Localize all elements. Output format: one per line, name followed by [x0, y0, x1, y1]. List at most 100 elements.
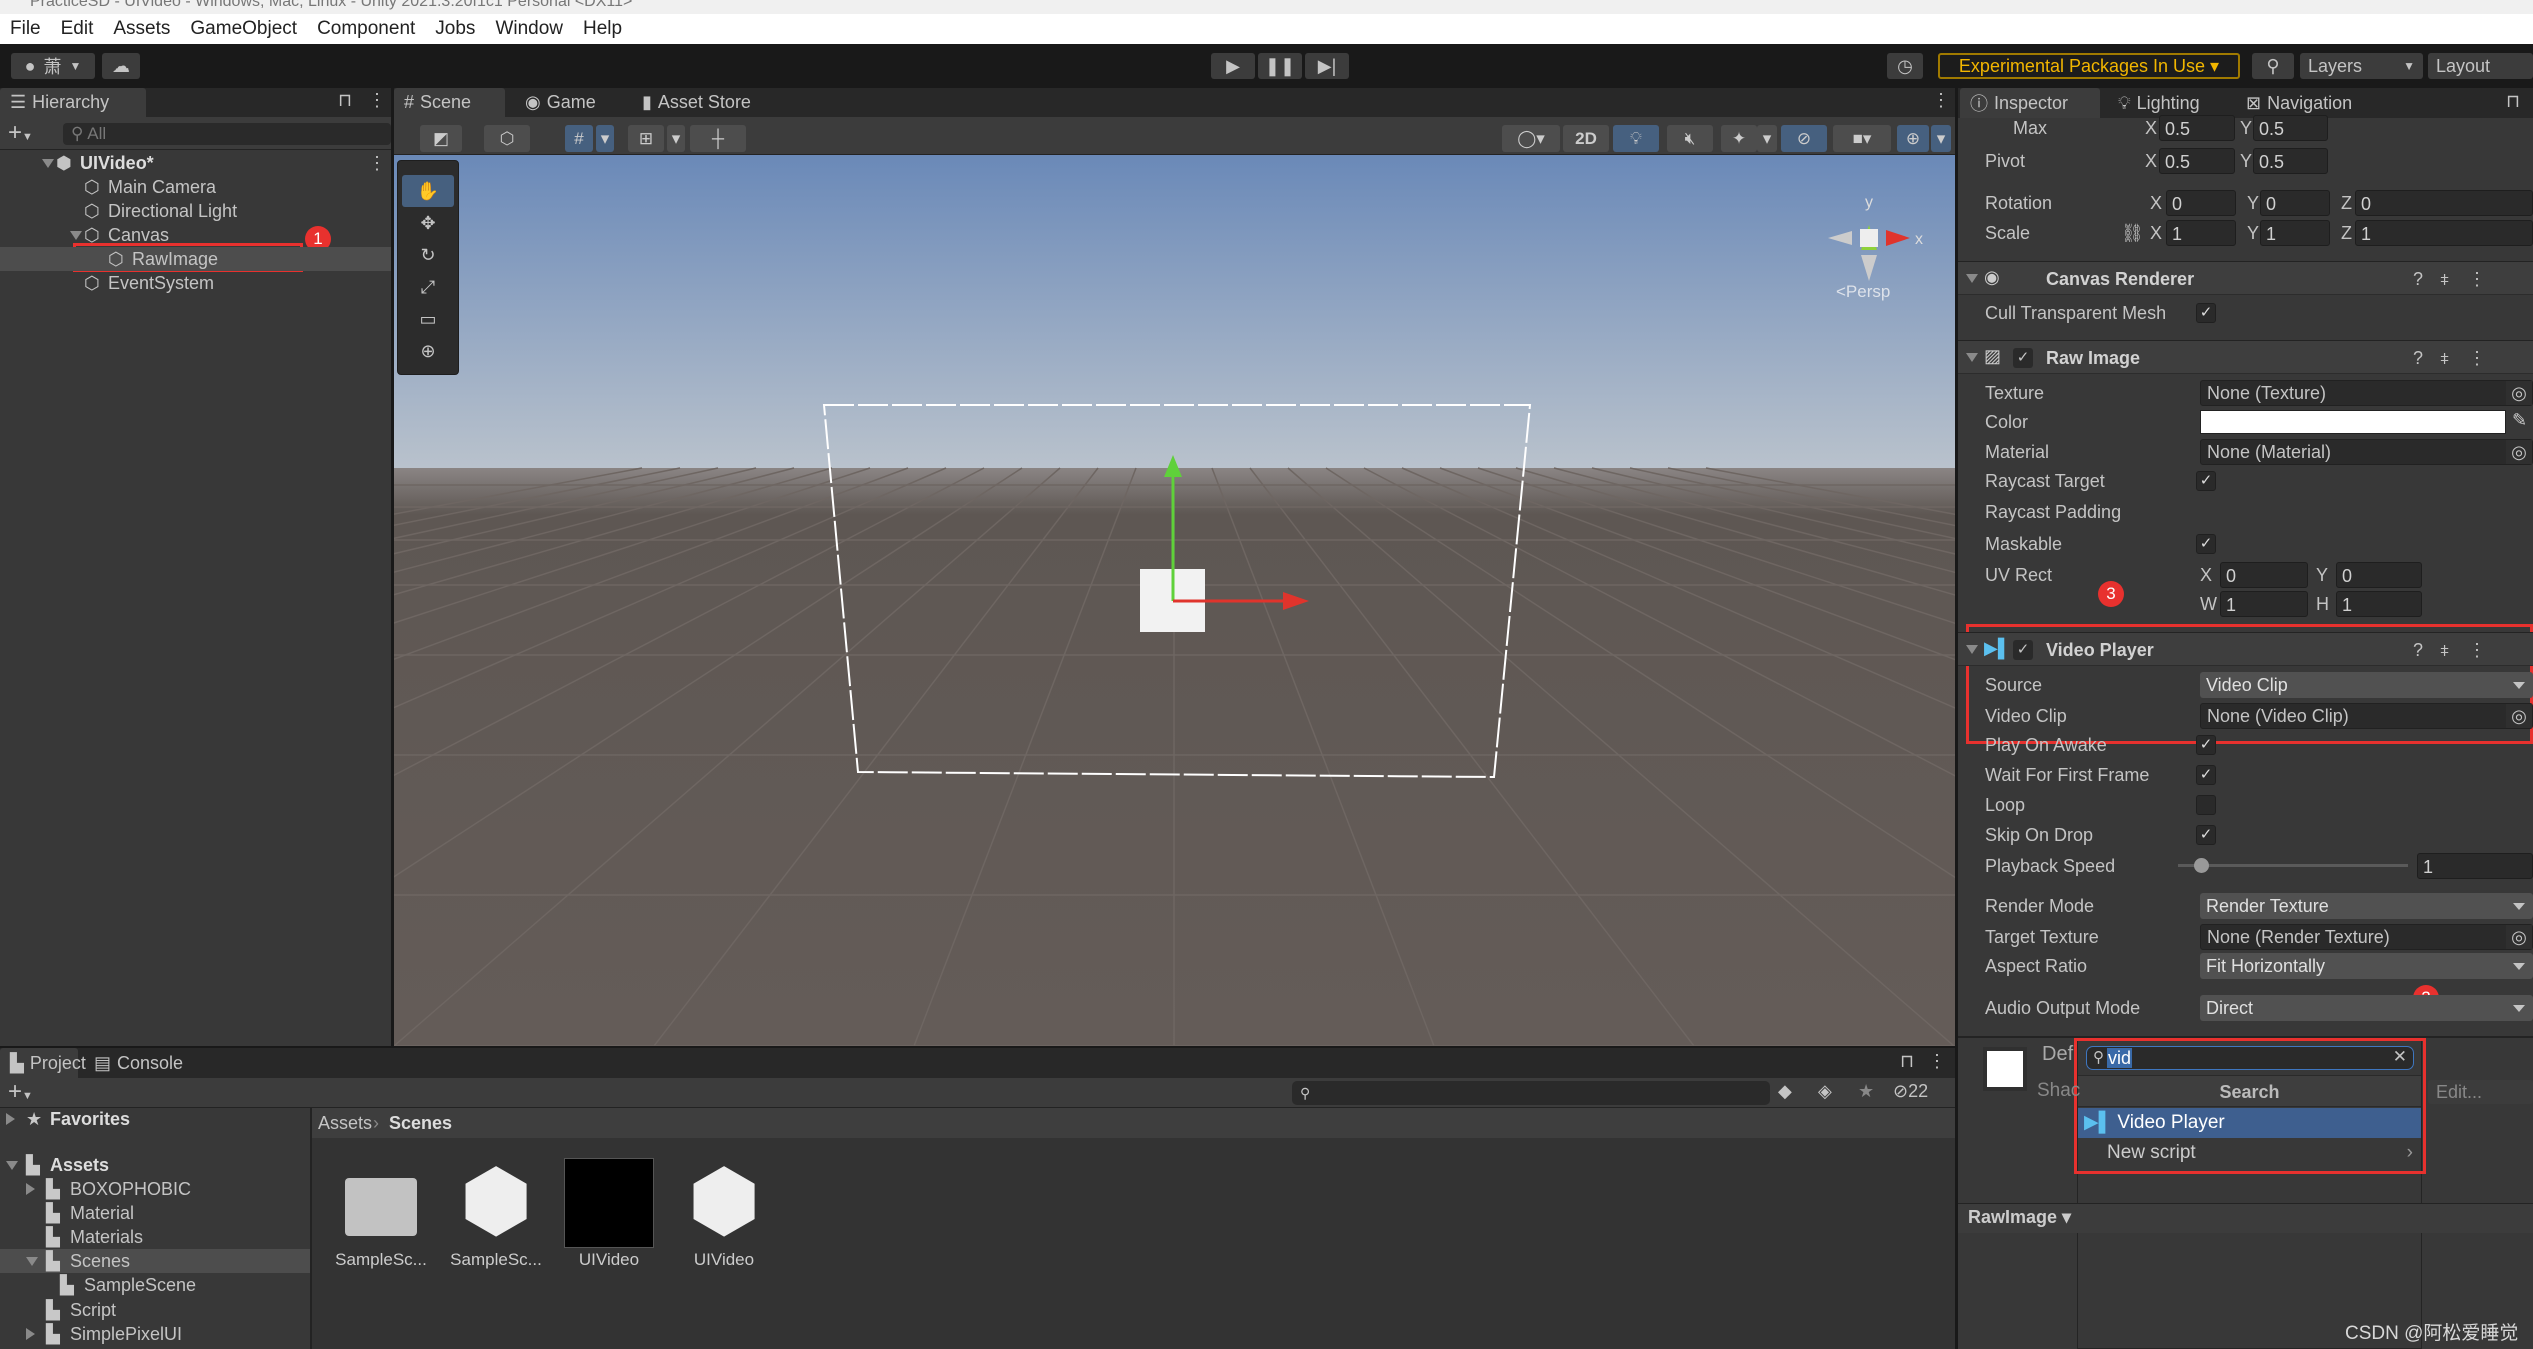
aspect-ratio-dropdown[interactable]: Fit Horizontally — [2200, 953, 2533, 979]
rect-tool-icon[interactable]: ▭ — [402, 303, 454, 335]
slider-handle[interactable] — [2194, 858, 2209, 873]
material-field[interactable]: None (Material) ◎ — [2200, 439, 2533, 465]
hidden-packages-button[interactable]: ⊘22 — [1893, 1081, 1928, 1102]
chevron-down-icon[interactable]: ▾ — [667, 125, 685, 152]
lock-icon[interactable]: ⊓ — [1900, 1051, 1914, 1072]
asset-item[interactable]: UIVideo — [554, 1150, 664, 1280]
grid-snap-icon[interactable]: # — [565, 125, 593, 152]
component-enabled-checkbox[interactable]: ✓ — [2013, 348, 2033, 368]
scale-y-field[interactable]: 1 — [2260, 220, 2330, 246]
more-icon[interactable]: ⋮ — [2468, 341, 2486, 375]
add-button[interactable]: +▼ — [8, 119, 33, 147]
max-x-field[interactable]: 0.5 — [2159, 115, 2235, 141]
more-icon[interactable]: ⋮ — [1928, 1051, 1946, 1072]
object-picker-icon[interactable]: ◎ — [2506, 704, 2532, 728]
pivot-x-field[interactable]: 0.5 — [2159, 148, 2235, 174]
more-icon[interactable]: ⋮ — [1932, 90, 1950, 111]
chevron-down-icon[interactable]: ▾ — [1931, 125, 1951, 152]
play-on-awake-checkbox[interactable]: ✓ — [2196, 735, 2216, 755]
uv-x-field[interactable]: 0 — [2220, 562, 2308, 588]
ruler-icon[interactable]: ┼ — [690, 125, 746, 152]
breadcrumb-scenes[interactable]: Scenes — [389, 1113, 452, 1134]
expand-arrow-icon[interactable] — [26, 1257, 38, 1266]
breadcrumb-assets[interactable]: Assets — [318, 1113, 372, 1134]
scale-tool-icon[interactable]: ⤢ — [402, 271, 454, 303]
hierarchy-item[interactable]: ⬡ Directional Light — [0, 199, 391, 223]
scale-x-field[interactable]: 1 — [2166, 220, 2236, 246]
mode-2d-button[interactable]: 2D — [1563, 125, 1609, 152]
account-button[interactable]: ● 萧 ▼ — [11, 53, 95, 79]
hierarchy-search-input[interactable]: ⚲ All — [63, 123, 391, 145]
project-tree-item[interactable]: ★ Favorites — [0, 1107, 310, 1131]
raw-image-header[interactable]: ▨ ✓ Raw Image? ⧧ ⋮ — [1958, 340, 2533, 374]
menu-window[interactable]: Window — [495, 18, 563, 40]
filter-type-icon[interactable]: ◆ — [1778, 1081, 1792, 1102]
rotation-z-field[interactable]: 0 — [2355, 190, 2533, 216]
pause-button[interactable]: ❚❚ — [1258, 53, 1302, 79]
preset-icon[interactable]: ⧧ — [2440, 341, 2449, 375]
cloud-button[interactable]: ☁ — [102, 53, 140, 79]
help-icon[interactable]: ? — [2413, 633, 2423, 667]
audio-output-dropdown[interactable]: Direct — [2200, 995, 2533, 1021]
hierarchy-item[interactable]: ⬡ Main Camera — [0, 175, 391, 199]
menu-file[interactable]: File — [10, 18, 41, 40]
gizmos-icon[interactable]: ⊕ — [1897, 125, 1929, 152]
experimental-packages-button[interactable]: Experimental Packages In Use ▾ — [1938, 53, 2240, 79]
lock-icon[interactable]: ⊓ — [2506, 91, 2520, 112]
loop-checkbox[interactable] — [2196, 795, 2216, 815]
asset-item[interactable]: ⬢ UIVideo — [669, 1150, 779, 1280]
hidden-objects-icon[interactable]: ⊘ — [1781, 125, 1827, 152]
preset-icon[interactable]: ⧧ — [2440, 262, 2449, 296]
project-tree-item[interactable]: ▙ BOXOPHOBIC — [0, 1177, 310, 1201]
more-icon[interactable]: ⋮ — [368, 90, 386, 111]
tab-scene[interactable]: # Scene — [394, 88, 505, 117]
lighting-toggle-icon[interactable]: 💡︎ — [1613, 125, 1659, 152]
expand-arrow-icon[interactable] — [70, 231, 82, 240]
rotation-x-field[interactable]: 0 — [2166, 190, 2236, 216]
playback-speed-field[interactable]: 1 — [2417, 853, 2533, 879]
project-tree-item[interactable]: ▙ SampleScene — [0, 1273, 310, 1297]
maskable-checkbox[interactable]: ✓ — [2196, 534, 2216, 554]
wait-first-frame-checkbox[interactable]: ✓ — [2196, 765, 2216, 785]
project-tree-item[interactable]: ▙ SimplePixelUI — [0, 1322, 310, 1346]
chevron-down-icon[interactable]: ▾ — [596, 125, 614, 152]
snap-increment-icon[interactable]: ⊞ — [628, 125, 664, 152]
rotation-y-field[interactable]: 0 — [2260, 190, 2330, 216]
menu-jobs[interactable]: Jobs — [435, 18, 475, 40]
collapse-arrow-icon[interactable] — [1966, 274, 1978, 283]
menu-help[interactable]: Help — [583, 18, 622, 40]
edit-shader-button[interactable]: Edit... — [2428, 1080, 2533, 1104]
step-button[interactable]: ▶| — [1305, 53, 1349, 79]
camera-icon[interactable]: ■▾ — [1833, 125, 1891, 152]
object-picker-icon[interactable]: ◎ — [2506, 381, 2532, 405]
expand-arrow-icon[interactable] — [6, 1113, 15, 1125]
tab-hierarchy[interactable]: ☰ Hierarchy — [0, 88, 146, 117]
menu-gameobject[interactable]: GameObject — [190, 18, 297, 40]
constrain-proportions-icon[interactable]: ⛓ — [2121, 220, 2144, 246]
max-y-field[interactable]: 0.5 — [2253, 115, 2328, 141]
target-texture-field[interactable]: None (Render Texture) ◎ — [2200, 924, 2533, 950]
hand-tool-icon[interactable]: ✋ — [402, 175, 454, 207]
playback-speed-slider[interactable] — [2178, 864, 2408, 867]
uv-h-field[interactable]: 1 — [2336, 591, 2422, 617]
cull-checkbox[interactable]: ✓ — [2196, 303, 2216, 323]
tab-navigation[interactable]: ⊠ Navigation — [2236, 88, 2362, 118]
chevron-down-icon[interactable]: ▾ — [1757, 125, 1777, 152]
expand-arrow-icon[interactable] — [26, 1328, 35, 1340]
preset-icon[interactable]: ⧧ — [2440, 633, 2449, 667]
project-tree-item[interactable]: ▙ Material — [0, 1201, 310, 1225]
transform-tool-icon[interactable]: ⊕ — [402, 335, 454, 367]
project-tree-item[interactable]: ▙ Script — [0, 1298, 310, 1322]
project-tree-item[interactable]: ▙ Materials — [0, 1225, 310, 1249]
scale-z-field[interactable]: 1 — [2355, 220, 2533, 246]
render-mode-dropdown[interactable]: Render Texture — [2200, 893, 2533, 919]
expand-arrow-icon[interactable] — [6, 1161, 18, 1170]
project-tree-item[interactable]: ▙ Scenes — [0, 1249, 310, 1273]
menu-component[interactable]: Component — [317, 18, 415, 40]
tab-inspector[interactable]: ⓘ Inspector — [1960, 88, 2100, 118]
asset-item[interactable]: ⬢ SampleSc... — [441, 1150, 551, 1280]
persp-label[interactable]: <Persp — [1836, 282, 1890, 301]
tab-game[interactable]: ◉ Game — [515, 88, 606, 117]
more-icon[interactable]: ⋮ — [368, 151, 386, 175]
more-icon[interactable]: ⋮ — [2468, 633, 2486, 667]
